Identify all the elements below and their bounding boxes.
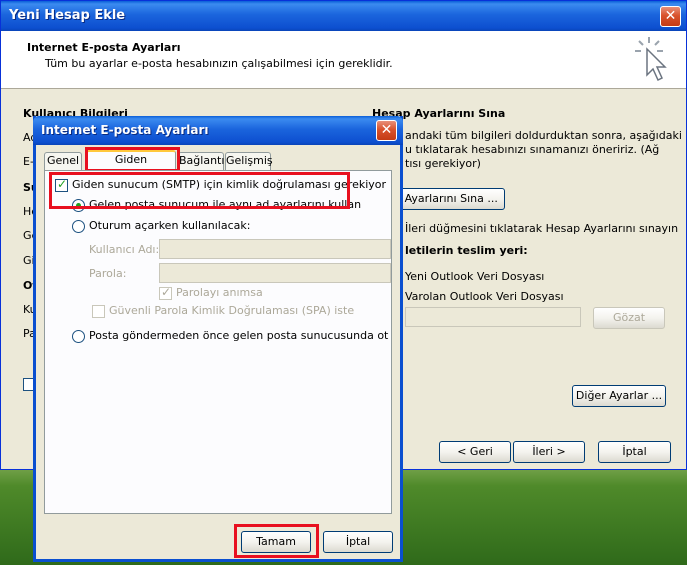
main-titlebar[interactable]: Yeni Hesap Ekle ✕: [1, 1, 686, 31]
browse-button[interactable]: Gözat: [593, 307, 665, 329]
tab-general[interactable]: Genel: [44, 152, 82, 170]
next-button-hint: İleri düğmesini tıklatarak Hesap Ayarlar…: [405, 222, 679, 235]
remember-password-label: Parolayı anımsa: [176, 286, 263, 299]
back-button[interactable]: < Geri: [439, 441, 511, 463]
more-settings-button[interactable]: Diğer Ayarlar ...: [572, 385, 666, 407]
test-desc-line3: tısı gerekiyor): [405, 157, 481, 170]
username-label: Kullanıcı Adı:: [89, 243, 160, 256]
delivery-location-heading: letilerin teslim yeri:: [405, 244, 528, 257]
password-field[interactable]: [159, 263, 391, 283]
login-with-radio[interactable]: [72, 220, 85, 233]
username-field[interactable]: [159, 239, 391, 259]
header-subtitle: Tüm bu ayarlar e-posta hesabınızın çalış…: [45, 57, 393, 70]
new-data-file-option[interactable]: Yeni Outlook Veri Dosyası: [405, 270, 544, 283]
remember-password-checkbox[interactable]: ✓: [159, 285, 172, 300]
cursor-click-icon: [635, 37, 667, 82]
login-before-send-radio[interactable]: [72, 330, 85, 343]
close-icon: ✕: [664, 8, 677, 24]
header-title: Internet E-posta Ayarları: [27, 41, 181, 54]
internet-email-settings-dialog: Internet E-posta Ayarları ✕ Genel Giden …: [33, 116, 403, 562]
data-file-path-field[interactable]: [405, 307, 581, 327]
dialog-title: Internet E-posta Ayarları: [41, 123, 209, 137]
ok-highlight-box: [234, 524, 319, 558]
main-header: Internet E-posta Ayarları Tüm bu ayarlar…: [1, 31, 686, 89]
test-account-settings-button[interactable]: p Ayarlarını Sına ...: [387, 188, 505, 210]
password-label: Parola:: [89, 267, 127, 280]
login-with-label: Oturum açarken kullanılacak:: [89, 219, 251, 232]
main-cancel-button[interactable]: İptal: [598, 441, 671, 463]
next-button[interactable]: İleri >: [513, 441, 585, 463]
main-window-title: Yeni Hesap Ekle: [9, 8, 126, 23]
existing-data-file-option[interactable]: Varolan Outlook Veri Dosyası: [405, 290, 564, 303]
close-icon: ✕: [380, 122, 393, 138]
tab-advanced[interactable]: Gelişmiş: [225, 152, 273, 170]
spa-checkbox[interactable]: [92, 305, 105, 318]
dialog-close-button[interactable]: ✕: [376, 120, 397, 141]
outgoing-server-panel: ✓ Giden sunucum (SMTP) için kimlik doğru…: [44, 170, 392, 514]
spa-label: Güvenli Parola Kimlik Doğrulaması (SPA) …: [109, 304, 355, 317]
checkmark-icon: ✓: [161, 285, 172, 299]
smtp-highlight-box: [49, 172, 350, 209]
login-before-send-label: Posta göndermeden önce gelen posta sunuc…: [89, 329, 389, 342]
tab-highlight-box: [85, 147, 180, 172]
dialog-titlebar[interactable]: Internet E-posta Ayarları ✕: [33, 116, 403, 145]
test-desc-line2: u tıklatarak hesabınızı sınamanızı öneri…: [405, 143, 660, 156]
main-close-button[interactable]: ✕: [660, 6, 681, 27]
test-desc-line1: andaki tüm bilgileri doldurduktan sonra,…: [405, 129, 682, 142]
dialog-cancel-button[interactable]: İptal: [323, 531, 393, 553]
tab-connection[interactable]: Bağlantı: [178, 152, 224, 170]
